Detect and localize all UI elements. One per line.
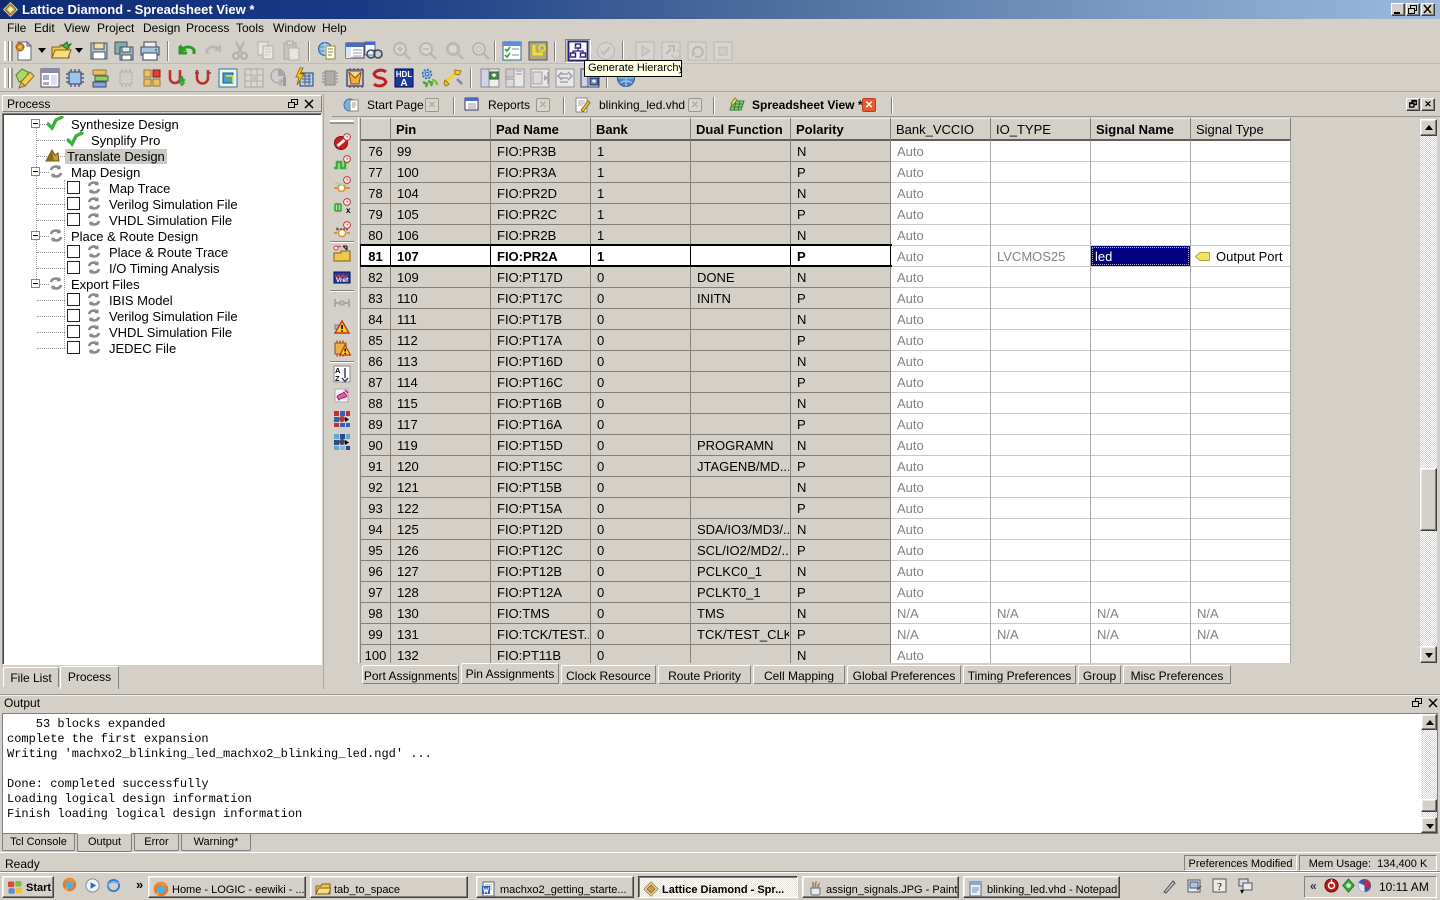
svg-text:x2: x2 (346, 206, 351, 215)
svg-text:?: ? (1217, 881, 1222, 893)
svg-text:A: A (400, 78, 407, 89)
svg-text:Z: Z (335, 374, 340, 383)
svg-text:Vref: Vref (336, 277, 349, 284)
